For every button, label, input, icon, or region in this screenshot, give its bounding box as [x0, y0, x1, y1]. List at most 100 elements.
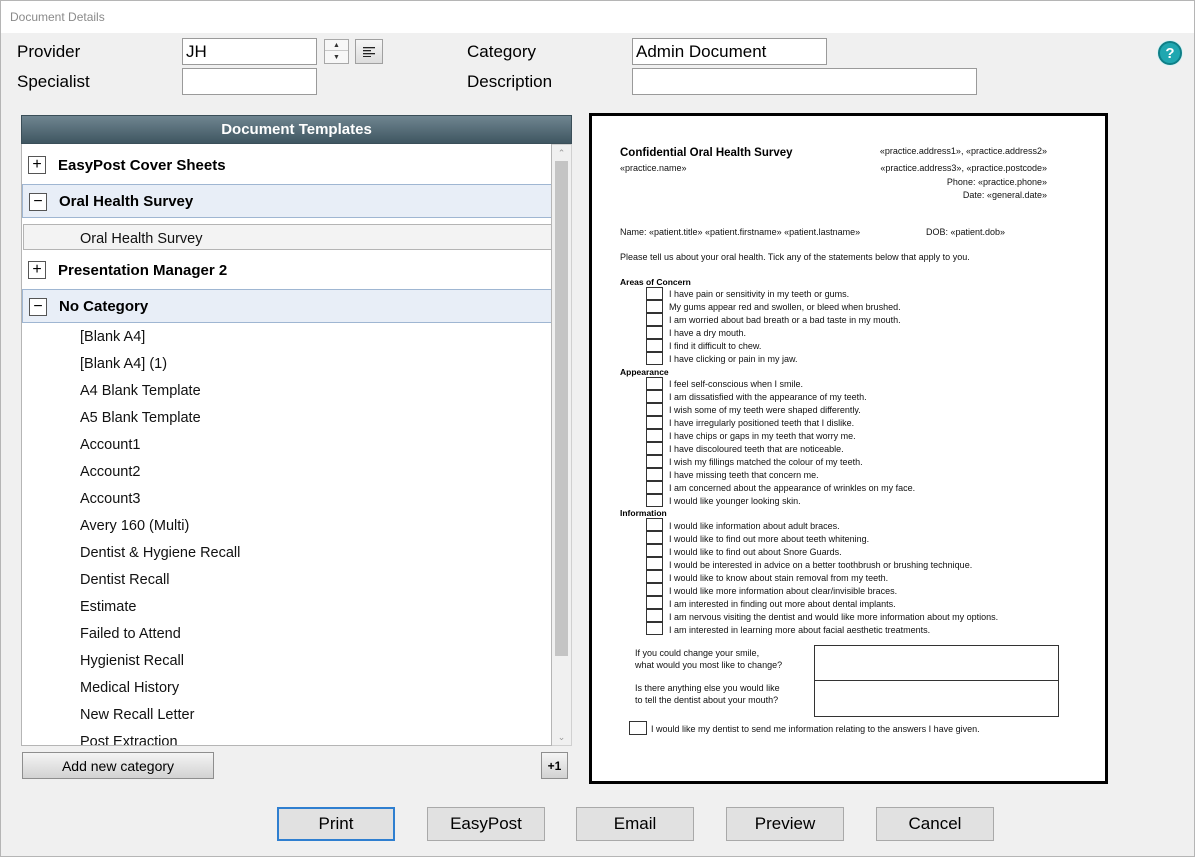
provider-spinner[interactable]: ▲ ▼: [324, 39, 349, 64]
practice-address-2: «practice.address3», «practice.postcode»: [880, 163, 1047, 173]
survey-statement: I have missing teeth that concern me.: [669, 470, 819, 480]
section-title: Appearance: [620, 367, 669, 377]
template-item[interactable]: Oral Health Survey: [80, 231, 203, 247]
checkbox: [646, 518, 663, 531]
survey-statement: I have chips or gaps in my teeth that wo…: [669, 431, 856, 441]
add-new-category-button[interactable]: Add new category: [22, 752, 214, 779]
document-title: Confidential Oral Health Survey: [620, 147, 793, 159]
survey-statement: I find it difficult to chew.: [669, 341, 762, 351]
practice-phone: Phone: «practice.phone»: [946, 177, 1047, 187]
scroll-up-icon[interactable]: ⌃: [552, 145, 571, 161]
template-item[interactable]: [Blank A4] (1): [80, 356, 167, 372]
template-item[interactable]: [Blank A4]: [80, 329, 145, 345]
scroll-down-icon[interactable]: ⌄: [552, 729, 571, 745]
template-item[interactable]: A5 Blank Template: [80, 410, 201, 426]
checkbox: [646, 287, 663, 300]
practice-address-1: «practice.address1», «practice.address2»: [879, 146, 1047, 156]
checkbox: [646, 481, 663, 494]
template-item[interactable]: Account3: [80, 491, 140, 507]
expand-icon[interactable]: +: [28, 156, 46, 174]
answer-boxes: [814, 645, 1059, 717]
template-item[interactable]: Avery 160 (Multi): [80, 518, 189, 534]
survey-statement: I am concerned about the appearance of w…: [669, 483, 916, 493]
survey-statement: I would like to find out more about teet…: [669, 534, 870, 544]
collapse-icon[interactable]: −: [29, 298, 47, 316]
checkbox: [646, 390, 663, 403]
document-preview: Confidential Oral Health Survey «practic…: [589, 113, 1108, 784]
section-title: Information: [620, 508, 667, 518]
spin-up-icon[interactable]: ▲: [325, 40, 348, 51]
expand-icon[interactable]: +: [28, 261, 46, 279]
survey-statement: I would like to find out about Snore Gua…: [669, 547, 842, 557]
title-bar: Document Details: [1, 1, 1194, 33]
checkbox: [646, 326, 663, 339]
provider-label: Provider: [17, 42, 81, 61]
checkbox: [646, 352, 663, 365]
survey-statement: I would like to know about stain removal…: [669, 573, 889, 583]
collapse-icon[interactable]: −: [29, 193, 47, 211]
template-item[interactable]: Account2: [80, 464, 140, 480]
plus-one-button[interactable]: +1: [541, 752, 568, 779]
templates-scrollbar[interactable]: ⌃ ⌄: [552, 144, 572, 746]
template-item[interactable]: Medical History: [80, 680, 179, 696]
question-1-line-1: If you could change your smile,: [635, 648, 760, 658]
provider-field[interactable]: JH: [182, 38, 317, 65]
description-field[interactable]: [632, 68, 977, 95]
survey-statement: I wish some of my teeth were shaped diff…: [669, 405, 861, 415]
template-item[interactable]: A4 Blank Template: [80, 383, 201, 399]
email-button[interactable]: Email: [576, 807, 694, 841]
category-field[interactable]: Admin Document: [632, 38, 827, 65]
checkbox: [646, 557, 663, 570]
category-label: Category: [467, 42, 536, 61]
answer-divider: [815, 680, 1058, 681]
survey-intro: Please tell us about your oral health. T…: [620, 252, 970, 262]
section-title: Areas of Concern: [620, 277, 691, 287]
consent-checkbox: [629, 721, 647, 735]
checkbox: [646, 583, 663, 596]
template-item[interactable]: Estimate: [80, 599, 136, 615]
survey-statement: I would like more information about clea…: [669, 586, 898, 596]
checkbox: [646, 531, 663, 544]
category-no-category[interactable]: − No Category: [22, 289, 551, 323]
cancel-button[interactable]: Cancel: [876, 807, 994, 841]
templates-tree: + EasyPost Cover Sheets − Oral Health Su…: [21, 144, 552, 746]
easypost-button[interactable]: EasyPost: [427, 807, 545, 841]
text-align-button[interactable]: [355, 39, 383, 64]
template-item[interactable]: Hygienist Recall: [80, 653, 184, 669]
checkbox: [646, 403, 663, 416]
template-item[interactable]: Failed to Attend: [80, 626, 181, 642]
template-item[interactable]: Dentist Recall: [80, 572, 169, 588]
template-item[interactable]: New Recall Letter: [80, 707, 194, 723]
scrollbar-thumb[interactable]: [555, 161, 568, 656]
checkbox: [646, 313, 663, 326]
survey-statement: I am worried about bad breath or a bad t…: [669, 315, 901, 325]
practice-name: «practice.name»: [620, 163, 687, 173]
checkbox: [646, 544, 663, 557]
help-icon[interactable]: ?: [1158, 41, 1182, 65]
category-easypost-cover-sheets[interactable]: + EasyPost Cover Sheets: [22, 148, 551, 182]
survey-statement: I have clicking or pain in my jaw.: [669, 354, 798, 364]
checkbox: [646, 570, 663, 583]
align-left-icon: [363, 46, 375, 57]
category-label: No Category: [59, 297, 149, 315]
preview-button[interactable]: Preview: [726, 807, 844, 841]
category-oral-health-survey[interactable]: − Oral Health Survey: [22, 184, 551, 218]
checkbox: [646, 468, 663, 481]
survey-statement: I am interested in finding out more abou…: [669, 599, 896, 609]
category-label: Oral Health Survey: [59, 192, 194, 210]
checkbox: [646, 300, 663, 313]
category-label: Presentation Manager 2: [58, 261, 228, 279]
spin-down-icon[interactable]: ▼: [325, 52, 348, 63]
specialist-field[interactable]: [182, 68, 317, 95]
template-item[interactable]: Dentist & Hygiene Recall: [80, 545, 240, 561]
survey-statement: I feel self-conscious when I smile.: [669, 379, 804, 389]
survey-statement: I would like information about adult bra…: [669, 521, 840, 531]
template-item[interactable]: Account1: [80, 437, 140, 453]
print-button[interactable]: Print: [277, 807, 395, 841]
patient-dob-line: DOB: «patient.dob»: [926, 227, 1006, 237]
template-item[interactable]: Post Extraction: [80, 734, 178, 745]
consent-statement: I would like my dentist to send me infor…: [651, 724, 980, 734]
survey-statement: I have discoloured teeth that are notice…: [669, 444, 844, 454]
checkbox: [646, 339, 663, 352]
category-presentation-manager-2[interactable]: + Presentation Manager 2: [22, 253, 551, 287]
